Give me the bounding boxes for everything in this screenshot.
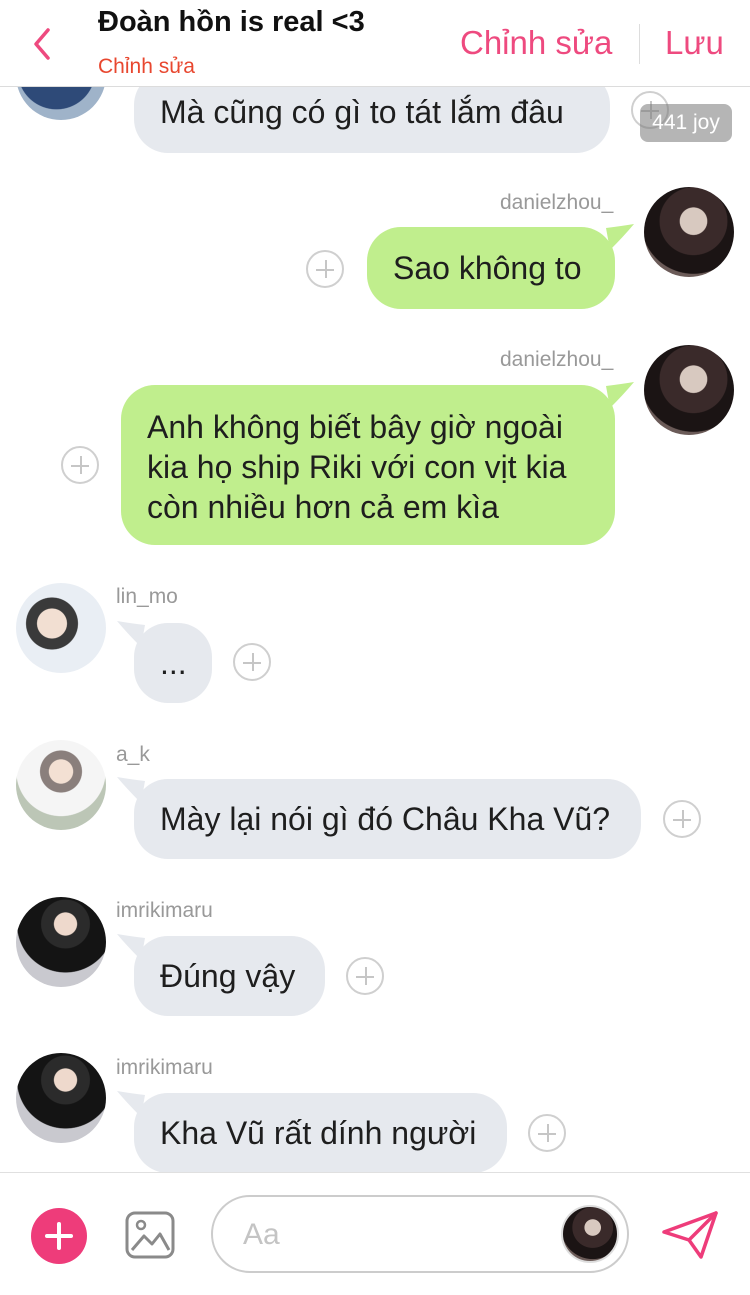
save-button[interactable]: Lưu <box>665 24 724 62</box>
avatar[interactable] <box>16 87 106 120</box>
avatar[interactable] <box>16 583 106 673</box>
message-input[interactable] <box>241 1211 545 1259</box>
message-bubble[interactable]: Mà cũng có gì to tát lắm đâu <box>134 87 610 153</box>
send-icon[interactable] <box>661 1210 719 1260</box>
composer-bar <box>0 1172 750 1295</box>
sender-name: a_k <box>116 743 150 766</box>
message-bubble[interactable]: ... <box>134 623 212 703</box>
back-chevron-icon[interactable] <box>28 26 58 62</box>
avatar[interactable] <box>644 345 734 435</box>
sender-name: imrikimaru <box>116 1056 213 1079</box>
message-bubble[interactable]: Sao không to <box>367 227 615 309</box>
message-bubble[interactable]: Đúng vậy <box>134 936 325 1016</box>
sender-name: danielzhou_ <box>500 348 614 371</box>
message-bubble[interactable]: Anh không biết bây giờ ngoài kia họ ship… <box>121 385 615 545</box>
message-bubble[interactable]: Mày lại nói gì đó Châu Kha Vũ? <box>134 779 641 859</box>
message-list[interactable]: Mà cũng có gì to tát lắm đâu danielzhou_… <box>0 87 750 1172</box>
add-plus-icon[interactable] <box>31 1208 87 1264</box>
add-reaction-icon[interactable] <box>663 800 701 838</box>
header-divider <box>639 24 640 64</box>
chat-header: Đoàn hồn is real <3 Chỉnh sửa Chỉnh sửa … <box>0 0 750 87</box>
message-input-container[interactable] <box>211 1195 629 1273</box>
add-reaction-icon[interactable] <box>61 446 99 484</box>
add-reaction-icon[interactable] <box>346 957 384 995</box>
message-text: Đúng vậy <box>160 958 296 994</box>
avatar[interactable] <box>16 897 106 987</box>
image-icon[interactable] <box>124 1210 176 1260</box>
message-text: Mày lại nói gì đó Châu Kha Vũ? <box>160 801 611 837</box>
sender-name: imrikimaru <box>116 899 213 922</box>
joy-count-badge: 441 joy <box>640 104 732 142</box>
message-text: ... <box>160 645 187 681</box>
chat-subtitle-edit[interactable]: Chỉnh sửa <box>98 55 195 79</box>
message-text: Kha Vũ rất dính người <box>160 1115 477 1151</box>
sender-name: lin_mo <box>116 585 178 608</box>
avatar[interactable] <box>16 1053 106 1143</box>
edit-button[interactable]: Chỉnh sửa <box>460 24 612 62</box>
avatar[interactable] <box>644 187 734 277</box>
avatar[interactable] <box>16 740 106 830</box>
message-text: Sao không to <box>393 250 582 286</box>
add-reaction-icon[interactable] <box>233 643 271 681</box>
message-text: Mà cũng có gì to tát lắm đâu <box>160 94 564 130</box>
message-bubble[interactable]: Kha Vũ rất dính người <box>134 1093 507 1172</box>
add-reaction-icon[interactable] <box>528 1114 566 1152</box>
chat-title: Đoàn hồn is real <3 <box>98 6 365 38</box>
avatar[interactable] <box>561 1205 619 1263</box>
message-text: Anh không biết bây giờ ngoài kia họ ship… <box>147 409 567 525</box>
sender-name: danielzhou_ <box>500 191 614 214</box>
add-reaction-icon[interactable] <box>306 250 344 288</box>
